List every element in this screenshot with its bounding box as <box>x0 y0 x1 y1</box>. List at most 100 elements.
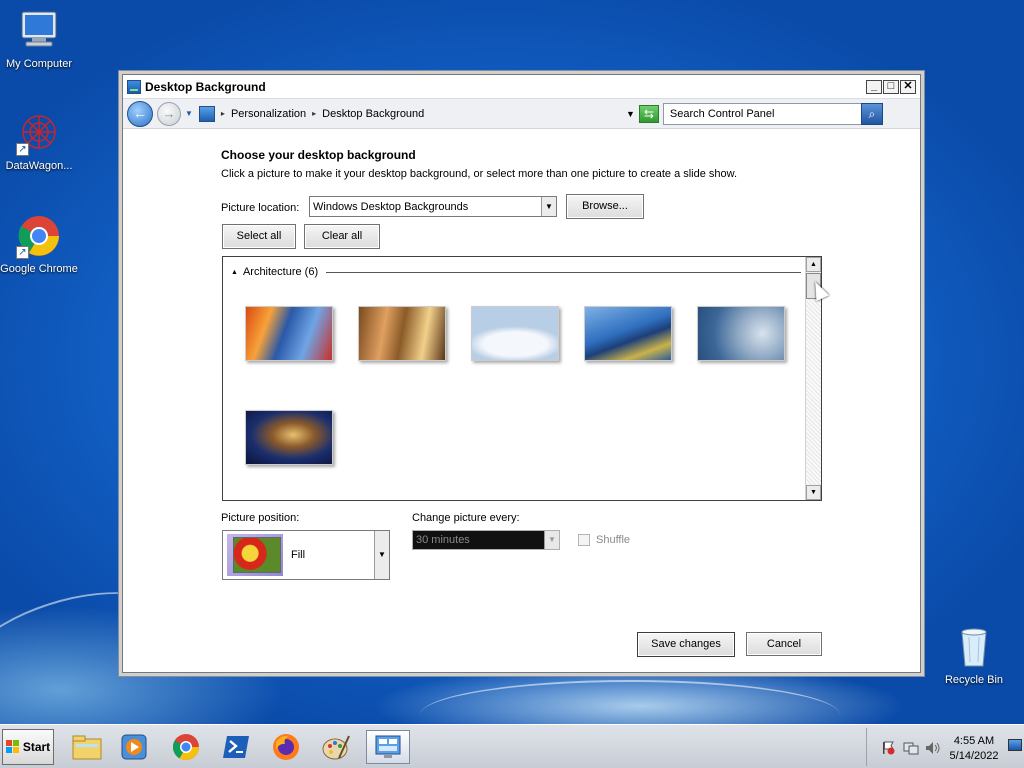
wallpaper-thumbnail[interactable] <box>245 410 333 465</box>
wallpaper-thumbnail[interactable] <box>697 306 785 361</box>
desktop-icon-my-computer[interactable]: My Computer <box>0 8 79 70</box>
title-bar[interactable]: Desktop Background _ □ ✕ <box>123 75 920 99</box>
taskbar-powershell[interactable] <box>218 730 254 764</box>
datawagon-icon: ↗ <box>16 110 62 156</box>
group-title: Architecture (6) <box>242 266 319 278</box>
show-desktop-button[interactable] <box>1008 739 1022 751</box>
search-placeholder: Search Control Panel <box>669 107 775 120</box>
breadcrumb-separator-icon[interactable]: ▸ <box>221 109 225 118</box>
breadcrumb-item-desktop-background[interactable]: Desktop Background <box>322 108 424 120</box>
chevron-down-icon[interactable]: ▼ <box>374 531 389 579</box>
desktop-icon-label: DataWagon... <box>5 160 73 172</box>
shortcut-arrow-icon: ↗ <box>16 143 29 156</box>
control-panel-icon <box>198 105 215 122</box>
browse-button[interactable]: Browse... <box>566 194 644 219</box>
shuffle-checkbox: Shuffle <box>578 534 630 546</box>
taskbar-clock[interactable]: 4:55 AM 5/14/2022 <box>944 734 1004 764</box>
cancel-button[interactable]: Cancel <box>746 632 822 656</box>
save-changes-button[interactable]: Save changes <box>637 632 735 657</box>
breadcrumb[interactable]: ▸ Personalization ▸ Desktop Background ▼ <box>197 103 635 125</box>
recycle-bin-icon <box>951 624 997 670</box>
start-button[interactable]: Start <box>2 729 54 765</box>
desktop-icon-label: Recycle Bin <box>944 674 1004 686</box>
group-header-architecture[interactable]: ▲ Architecture (6) <box>231 266 801 278</box>
desktop-icon-label: Google Chrome <box>0 263 78 275</box>
taskbar-explorer[interactable] <box>69 730 105 764</box>
recent-pages-dropdown[interactable]: ▼ <box>185 109 193 118</box>
volume-icon[interactable] <box>925 741 941 755</box>
breadcrumb-separator-icon[interactable]: ▸ <box>312 109 316 118</box>
taskbar-control-panel[interactable] <box>366 730 410 764</box>
wallpaper-streak <box>420 680 840 724</box>
clock-date: 5/14/2022 <box>949 750 999 762</box>
picture-location-select[interactable]: Windows Desktop Backgrounds ▼ <box>309 196 557 217</box>
shortcut-arrow-icon: ↗ <box>16 246 29 259</box>
firefox-icon <box>273 734 299 760</box>
group-divider <box>326 271 801 273</box>
picture-position-label: Picture position: <box>221 512 300 524</box>
wallpaper-thumbnail[interactable] <box>584 306 672 361</box>
scroll-track[interactable] <box>806 299 821 484</box>
scroll-down-icon[interactable]: ▼ <box>806 485 821 500</box>
clear-all-button[interactable]: Clear all <box>304 224 380 249</box>
chevron-down-icon[interactable]: ▼ <box>541 197 556 216</box>
control-panel-icon <box>375 735 401 758</box>
close-button[interactable]: ✕ <box>900 79 916 94</box>
taskbar-media-player[interactable] <box>116 730 152 764</box>
address-dropdown-icon[interactable]: ▼ <box>626 109 635 119</box>
change-picture-label: Change picture every: <box>412 512 520 524</box>
breadcrumb-item-personalization[interactable]: Personalization <box>231 108 306 120</box>
scroll-up-icon[interactable]: ▲ <box>806 257 821 272</box>
taskbar-paint[interactable] <box>318 730 354 764</box>
desktop-background-window: Desktop Background _ □ ✕ ← → ▼ ▸ Persona… <box>122 74 921 673</box>
chrome-icon: ↗ <box>16 213 62 259</box>
page-title: Choose your desktop background <box>221 148 416 162</box>
action-center-flag-icon[interactable] <box>881 741 895 755</box>
taskbar-chrome[interactable] <box>168 730 204 764</box>
chrome-icon <box>172 734 200 761</box>
window-title: Desktop Background <box>145 79 266 94</box>
position-preview <box>227 534 283 576</box>
start-label: Start <box>22 740 51 754</box>
chevron-down-icon: ▼ <box>544 531 559 549</box>
picture-position-value: Fill <box>291 549 306 561</box>
explorer-icon <box>72 735 102 760</box>
address-bar: ← → ▼ ▸ Personalization ▸ Desktop Backgr… <box>123 99 920 129</box>
taskbar: Start 4:55 AM 5/14/2022 <box>0 724 1024 768</box>
powershell-icon <box>223 736 249 758</box>
minimize-button[interactable]: _ <box>866 79 882 94</box>
shuffle-label: Shuffle <box>596 534 631 546</box>
content-area: Choose your desktop background Click a p… <box>123 130 920 672</box>
change-picture-select: 30 minutes ▼ <box>412 530 560 550</box>
collapse-icon[interactable]: ▲ <box>231 269 238 276</box>
windows-logo-icon <box>5 740 20 754</box>
clock-time: 4:55 AM <box>953 735 995 747</box>
flower-preview-image <box>233 537 281 573</box>
back-button[interactable]: ← <box>127 100 153 127</box>
paint-icon <box>322 735 350 760</box>
system-tray: 4:55 AM 5/14/2022 <box>866 728 1024 766</box>
select-all-button[interactable]: Select all <box>222 224 296 249</box>
picture-location-label: Picture location: <box>221 202 300 214</box>
desktop-icon-recycle-bin[interactable]: Recycle Bin <box>934 624 1014 686</box>
media-player-icon <box>121 734 147 760</box>
refresh-button[interactable]: ⇆ <box>638 104 659 123</box>
taskbar-firefox[interactable] <box>268 730 304 764</box>
search-input[interactable]: Search Control Panel ⌕ <box>662 102 883 125</box>
desktop-icon-google-chrome[interactable]: ↗ Google Chrome <box>0 213 79 275</box>
checkbox-icon <box>578 534 590 546</box>
wallpaper-thumbnail[interactable] <box>245 306 333 361</box>
wallpaper-thumbnail[interactable] <box>471 306 559 361</box>
search-icon[interactable]: ⌕ <box>860 102 883 125</box>
desktop-icon-datawagon[interactable]: ↗ DataWagon... <box>0 110 79 172</box>
page-description: Click a picture to make it your desktop … <box>221 168 738 180</box>
maximize-button[interactable]: □ <box>883 79 899 94</box>
change-picture-value: 30 minutes <box>416 534 470 546</box>
picture-position-select[interactable]: Fill ▼ <box>222 530 390 580</box>
forward-button[interactable]: → <box>157 101 181 126</box>
control-panel-icon <box>127 79 141 94</box>
my-computer-icon <box>16 8 62 54</box>
wallpaper-thumbnail[interactable] <box>358 306 446 361</box>
picture-location-value: Windows Desktop Backgrounds <box>313 200 469 213</box>
network-icon[interactable] <box>903 741 919 755</box>
